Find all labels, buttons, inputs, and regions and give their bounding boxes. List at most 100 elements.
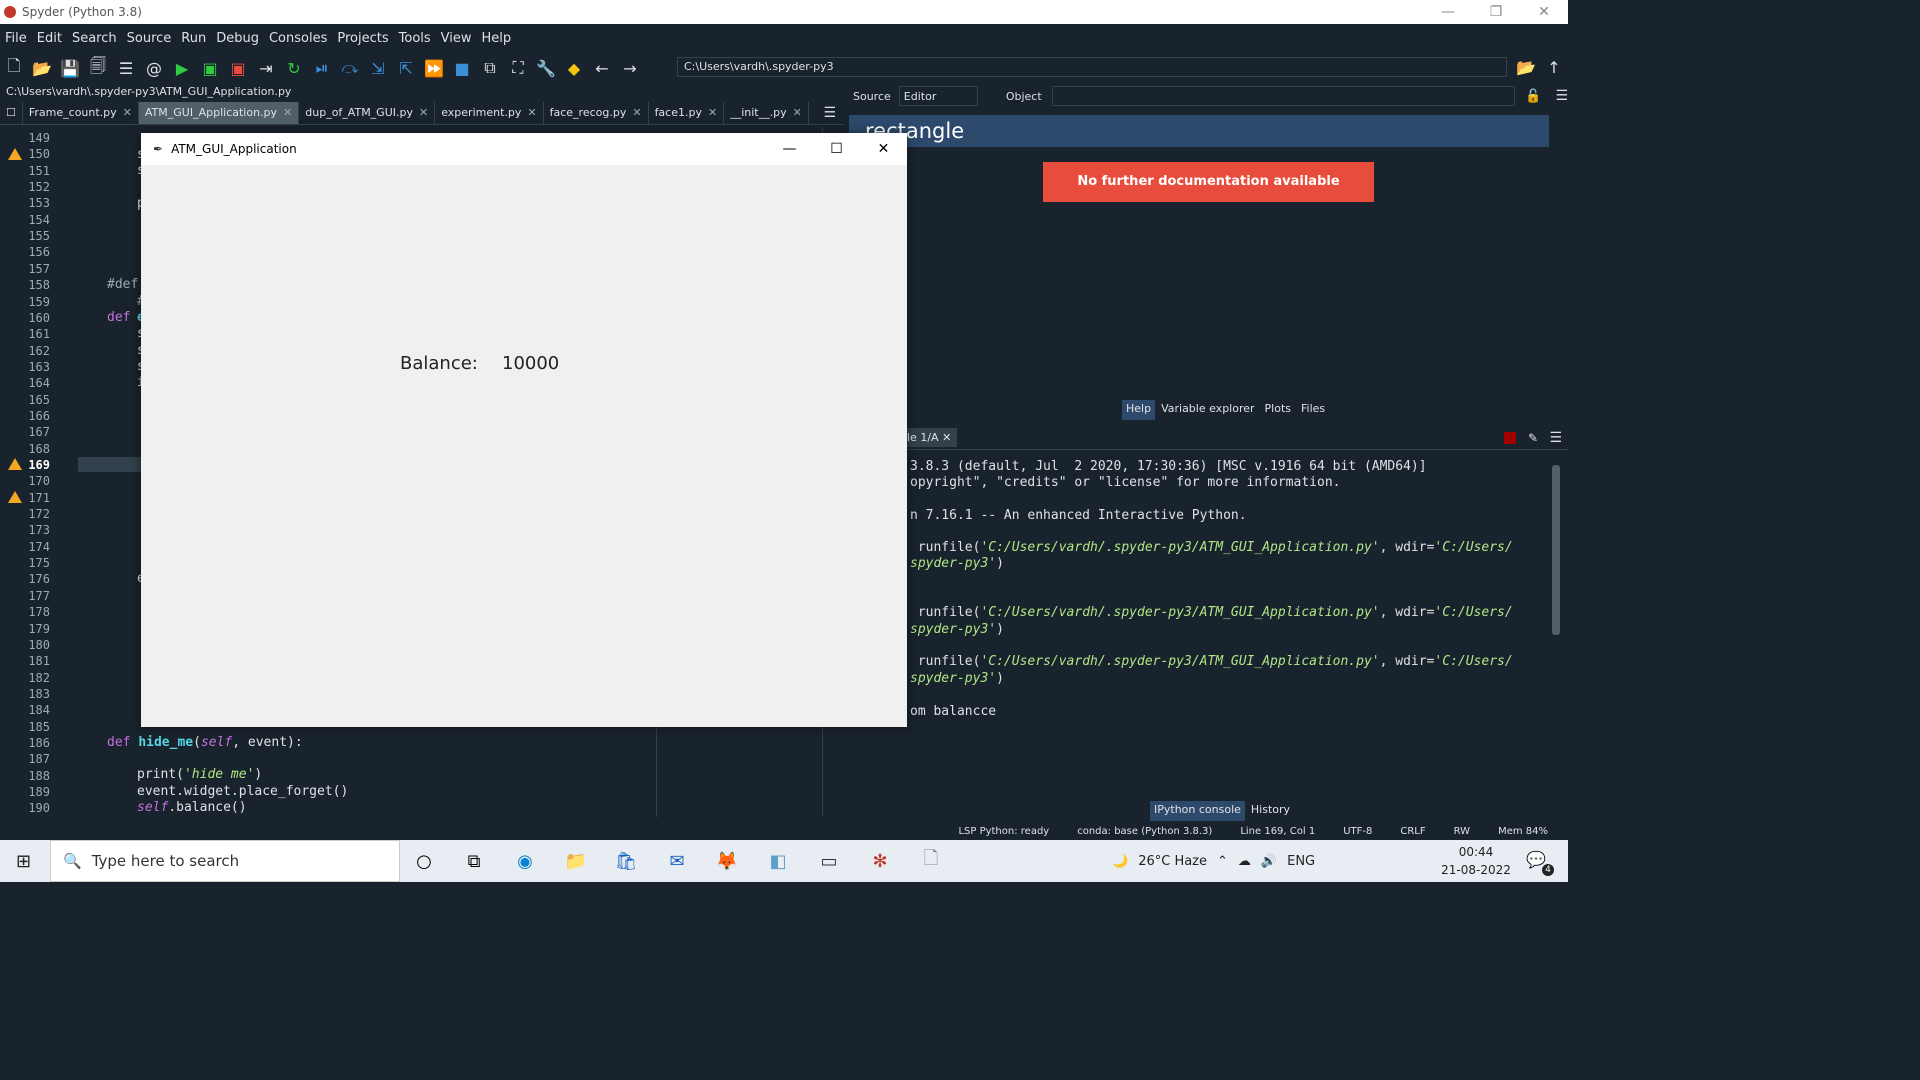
new-file-icon[interactable]: 🗋 [2, 56, 26, 80]
maximize-button[interactable]: ☐ [813, 133, 860, 165]
continue-icon[interactable]: ⏩ [422, 56, 446, 80]
close-icon: ✕ [707, 106, 718, 119]
tab-plots[interactable]: Plots [1261, 400, 1295, 420]
code-line-189: event.widget.place_forget() [137, 784, 349, 799]
taskbar-search[interactable]: 🔍 Type here to search [50, 840, 400, 882]
fullscreen-icon[interactable]: ⛶ [506, 56, 530, 80]
object-input[interactable] [1051, 86, 1516, 106]
list-icon[interactable]: ☰ [114, 56, 138, 80]
open-file-icon[interactable]: 📂 [30, 56, 54, 80]
source-select[interactable]: Editor [898, 86, 978, 106]
close-button[interactable]: ✕ [1520, 0, 1568, 24]
menu-view[interactable]: View [436, 31, 477, 46]
edge-icon[interactable]: ◉ [511, 847, 539, 875]
app-icon[interactable]: ◧ [764, 847, 792, 875]
working-directory-input[interactable]: C:\Users\vardh\.spyder-py3 [677, 57, 1507, 77]
menu-file[interactable]: File [0, 31, 32, 46]
tab-ipython-console[interactable]: IPython console [1150, 801, 1245, 821]
lock-icon[interactable]: 🔓 [1525, 89, 1541, 104]
editor-tab[interactable]: experiment.py ✕ [435, 101, 544, 124]
run-cell-icon[interactable]: ▣ [198, 56, 222, 80]
minimize-button[interactable]: — [1424, 0, 1472, 24]
step-into-icon[interactable]: ⇲ [366, 56, 390, 80]
menu-edit[interactable]: Edit [32, 31, 67, 46]
menu-search[interactable]: Search [67, 31, 122, 46]
file-explorer-icon[interactable]: 📁 [562, 847, 590, 875]
stop-kernel-icon[interactable] [1504, 431, 1516, 444]
menu-projects[interactable]: Projects [332, 31, 393, 46]
editor-tab[interactable]: face_recog.py ✕ [544, 101, 649, 124]
debug-icon[interactable]: ⏯ [310, 56, 334, 80]
tab-files[interactable]: Files [1297, 400, 1329, 420]
balance-value: 10000 [502, 353, 560, 374]
run-selection-icon[interactable]: ⇥ [254, 56, 278, 80]
editor-menu-icon[interactable]: ☰ [823, 105, 836, 121]
python-path-icon[interactable]: ◆ [562, 56, 586, 80]
editor-tab[interactable]: dup_of_ATM_GUI.py ✕ [299, 101, 436, 124]
editor-tab[interactable]: Frame_count.py ✕ [23, 101, 139, 124]
windows-start-icon[interactable]: ⊞ [16, 851, 31, 872]
store-icon[interactable]: 🛍 [612, 847, 640, 875]
close-button[interactable]: ✕ [860, 133, 907, 165]
rerun-icon[interactable]: ↻ [282, 56, 306, 80]
line-number: 190 [28, 801, 50, 816]
notification-count: 4 [1542, 864, 1554, 876]
encoding-status: UTF-8 [1343, 825, 1373, 837]
chevron-up-icon[interactable]: ⌃ [1217, 854, 1228, 869]
step-icon[interactable]: ⤼ [338, 56, 362, 80]
console-menu-icon[interactable]: ☰ [1549, 430, 1562, 446]
editor-tab-active[interactable]: ATM_GUI_Application.py ✕ [138, 101, 300, 124]
warning-icon[interactable] [8, 458, 22, 470]
line-number: 171 [28, 490, 50, 505]
minimize-button[interactable]: — [766, 133, 813, 165]
menu-debug[interactable]: Debug [211, 31, 264, 46]
help-menu-icon[interactable]: ☰ [1555, 88, 1568, 104]
console-scroll-thumb[interactable] [1552, 465, 1560, 635]
weather-text[interactable]: 26°C Haze [1138, 854, 1207, 869]
atm-app-titlebar[interactable]: ✒ ATM_GUI_Application — ☐ ✕ [141, 133, 907, 165]
editor-options-icon[interactable]: ☐ [0, 101, 23, 124]
warning-icon[interactable] [8, 148, 22, 160]
forward-icon[interactable]: → [618, 56, 642, 80]
line-number: 173 [28, 523, 50, 538]
tab-history[interactable]: History [1247, 801, 1294, 821]
editor-filepath: C:\Users\vardh\.spyder-py3\ATM_GUI_Appli… [6, 85, 292, 98]
maximize-pane-icon[interactable]: ⧉ [478, 56, 502, 80]
editor-tab[interactable]: face1.py ✕ [649, 101, 725, 124]
menu-tools[interactable]: Tools [394, 31, 436, 46]
save-icon[interactable]: 💾 [58, 56, 82, 80]
menu-consoles[interactable]: Consoles [264, 31, 332, 46]
parent-directory-icon[interactable]: ↑ [1542, 55, 1566, 79]
network-icon[interactable]: ☁ [1238, 854, 1251, 869]
language-indicator[interactable]: ENG [1287, 854, 1315, 869]
preferences-icon[interactable]: 🔧 [534, 56, 558, 80]
warning-icon[interactable] [8, 491, 22, 503]
volume-icon[interactable]: 🔊 [1261, 854, 1277, 869]
tk-app-taskbar-icon[interactable]: 🗋 [917, 847, 945, 875]
back-icon[interactable]: ← [590, 56, 614, 80]
menu-run[interactable]: Run [176, 31, 211, 46]
at-icon[interactable]: @ [142, 56, 166, 80]
taskbar-clock[interactable]: 00:44 21-08-2022 [1432, 843, 1520, 879]
save-all-icon[interactable]: 🗐 [86, 56, 110, 80]
mail-icon[interactable]: ✉ [663, 847, 691, 875]
restore-button[interactable]: ❐ [1472, 0, 1520, 24]
stop-icon[interactable]: ■ [450, 56, 474, 80]
run-icon[interactable]: ▶ [170, 56, 194, 80]
step-return-icon[interactable]: ⇱ [394, 56, 418, 80]
run-cell-advance-icon[interactable]: ▣ [226, 56, 250, 80]
menu-help[interactable]: Help [477, 31, 517, 46]
firefox-icon[interactable]: 🦊 [713, 847, 741, 875]
tab-help[interactable]: Help [1122, 400, 1156, 420]
browse-folder-icon[interactable]: 📂 [1514, 55, 1538, 79]
editor-tab[interactable]: __init__.py ✕ [724, 101, 809, 124]
line-number: 153 [28, 196, 50, 211]
clear-console-icon[interactable]: ✎ [1528, 431, 1538, 445]
cortana-icon[interactable]: ○ [410, 847, 438, 875]
menu-source[interactable]: Source [122, 31, 177, 46]
task-view-icon[interactable]: ⧉ [460, 847, 488, 875]
tab-variable-explorer[interactable]: Variable explorer [1157, 400, 1258, 420]
console-tab[interactable]: le 1/A ✕ [901, 428, 958, 447]
spyder-taskbar-icon[interactable]: ✻ [866, 847, 894, 875]
terminal-icon[interactable]: ▭ [815, 847, 843, 875]
